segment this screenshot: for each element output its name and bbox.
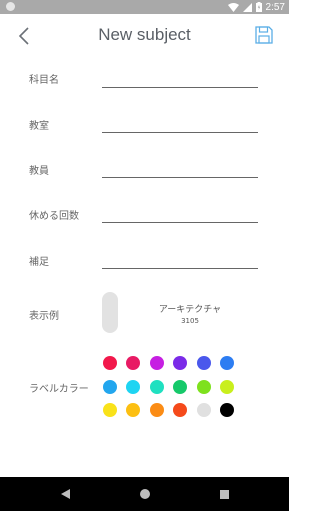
- nav-recents-button[interactable]: [216, 486, 232, 502]
- teacher-label: 教員: [29, 166, 49, 177]
- preview-room: 3105: [181, 317, 199, 325]
- color-swatch[interactable]: [126, 403, 141, 417]
- navigation-bar: [0, 477, 289, 511]
- color-swatch[interactable]: [196, 356, 211, 370]
- color-swatch[interactable]: [220, 379, 234, 394]
- preview-color-chip: [102, 292, 118, 333]
- absences-field[interactable]: [102, 201, 258, 223]
- color-swatch[interactable]: [220, 356, 234, 370]
- notes-label: 補足: [29, 257, 49, 268]
- subject-name-label: 科目名: [29, 75, 59, 86]
- color-swatch[interactable]: [196, 379, 211, 394]
- color-swatch[interactable]: [103, 356, 117, 370]
- notes-field[interactable]: [102, 247, 258, 269]
- color-swatch[interactable]: [220, 403, 234, 417]
- color-swatch[interactable]: [149, 356, 164, 370]
- color-swatch[interactable]: [173, 379, 188, 394]
- label-color-label: ラベルカラー: [29, 384, 89, 395]
- app-bar: New subject: [0, 14, 289, 58]
- preview-label: 表示例: [29, 311, 59, 322]
- teacher-field[interactable]: [102, 156, 258, 178]
- nav-back-button[interactable]: [57, 486, 73, 502]
- notification-icon: [6, 2, 15, 11]
- color-swatch[interactable]: [126, 379, 141, 394]
- nav-recents-icon: [219, 489, 229, 499]
- nav-home-icon: [140, 489, 150, 499]
- battery-icon: [255, 2, 262, 12]
- preview-subject-name: アーキテクチャ: [158, 305, 222, 315]
- color-swatch[interactable]: [103, 379, 117, 394]
- page-title: New subject: [98, 25, 191, 44]
- color-swatch[interactable]: [196, 403, 211, 417]
- classroom-label: 教室: [29, 121, 49, 132]
- save-icon: [255, 26, 273, 44]
- status-bar: 2:57: [0, 0, 289, 14]
- color-swatch[interactable]: [103, 403, 117, 417]
- status-indicators: 2:57: [227, 0, 285, 14]
- nav-home-button[interactable]: [137, 486, 153, 502]
- nav-back-icon: [60, 489, 70, 499]
- color-swatch[interactable]: [149, 379, 164, 394]
- color-swatch[interactable]: [126, 356, 141, 370]
- color-swatch[interactable]: [149, 403, 164, 417]
- classroom-field[interactable]: [102, 111, 258, 133]
- color-swatch[interactable]: [173, 356, 188, 370]
- status-time: 2:57: [265, 1, 285, 13]
- color-swatch[interactable]: [173, 403, 188, 417]
- signal-icon: [242, 2, 252, 12]
- subject-name-field[interactable]: [102, 66, 258, 88]
- absences-label: 休める回数: [29, 211, 79, 222]
- save-button[interactable]: [253, 24, 275, 46]
- wifi-icon: [227, 2, 239, 12]
